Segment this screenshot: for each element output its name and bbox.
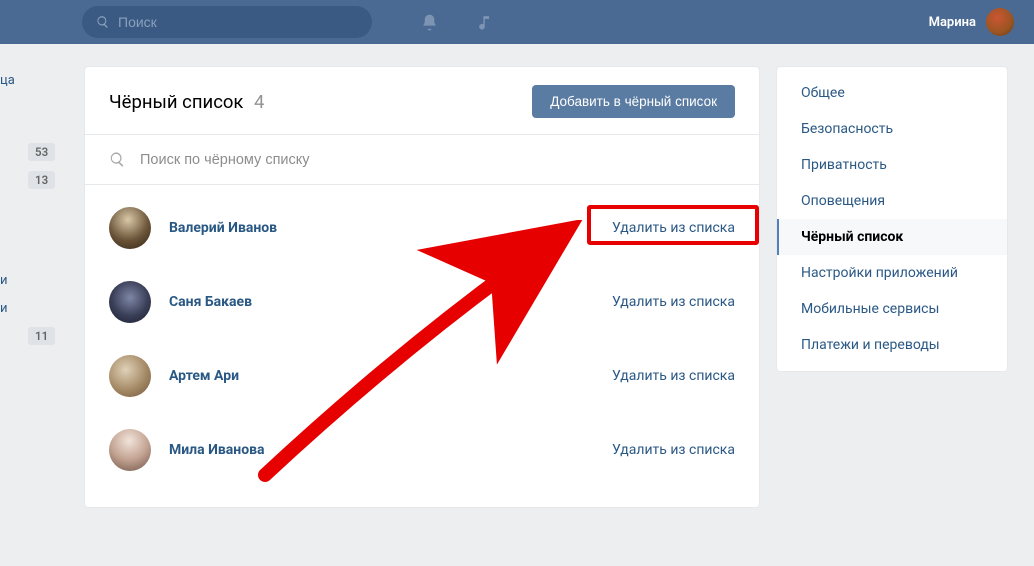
user-link[interactable]: Артем Ари: [169, 368, 239, 384]
page-title: Чёрный список 4: [109, 91, 264, 113]
global-search-input[interactable]: [118, 14, 358, 30]
blacklist-search-input[interactable]: [140, 152, 735, 168]
avatar[interactable]: [109, 281, 151, 323]
topbar-user[interactable]: Марина: [929, 8, 1014, 36]
nav-item[interactable]: ца: [0, 66, 60, 94]
nav-badge: 11: [0, 322, 60, 350]
global-search[interactable]: [82, 6, 372, 38]
settings-nav: Общее Безопасность Приватность Оповещени…: [776, 66, 1008, 372]
avatar[interactable]: [109, 429, 151, 471]
blacklist-panel: Чёрный список 4 Добавить в чёрный список…: [84, 66, 760, 508]
remove-from-list-link[interactable]: Удалить из списка: [612, 294, 735, 310]
sidebar-item-apps[interactable]: Настройки приложений: [777, 255, 1007, 291]
nav-item[interactable]: и: [0, 294, 60, 322]
user-link[interactable]: Валерий Иванов: [169, 220, 277, 236]
sidebar-item-payments[interactable]: Платежи и переводы: [777, 327, 1007, 363]
list-item: Мила Иванова Удалить из списка: [85, 413, 759, 487]
sidebar-item-general[interactable]: Общее: [777, 75, 1007, 111]
remove-from-list-link[interactable]: Удалить из списка: [612, 368, 735, 384]
search-icon: [109, 151, 126, 168]
username: Марина: [929, 15, 976, 30]
sidebar-item-mobile[interactable]: Мобильные сервисы: [777, 291, 1007, 327]
sidebar-item-notifications[interactable]: Оповещения: [777, 183, 1007, 219]
sidebar-item-security[interactable]: Безопасность: [777, 111, 1007, 147]
music-icon[interactable]: [477, 14, 494, 31]
list-item: Валерий Иванов Удалить из списка: [85, 191, 759, 265]
add-to-blacklist-button[interactable]: Добавить в чёрный список: [532, 85, 735, 118]
avatar: [986, 8, 1014, 36]
topbar-icons: [420, 13, 494, 32]
avatar[interactable]: [109, 207, 151, 249]
blacklist-search[interactable]: [85, 134, 759, 185]
bell-icon[interactable]: [420, 13, 439, 32]
user-link[interactable]: Мила Иванова: [169, 442, 265, 458]
blacklist-count: 4: [254, 91, 264, 113]
nav-badge: 13: [0, 166, 60, 194]
avatar[interactable]: [109, 355, 151, 397]
search-icon: [96, 15, 110, 29]
list-item: Артем Ари Удалить из списка: [85, 339, 759, 413]
nav-badge: 53: [0, 138, 60, 166]
sidebar-item-blacklist[interactable]: Чёрный список: [777, 219, 1007, 255]
topbar: Марина: [0, 0, 1034, 44]
remove-from-list-link[interactable]: Удалить из списка: [612, 442, 735, 458]
list-item: Саня Бакаев Удалить из списка: [85, 265, 759, 339]
left-nav-fragment: ца 53 13 и и 11: [0, 66, 60, 508]
nav-item[interactable]: и: [0, 266, 60, 294]
remove-from-list-link[interactable]: Удалить из списка: [612, 220, 735, 236]
blacklist-rows: Валерий Иванов Удалить из списка Саня Ба…: [85, 185, 759, 507]
user-link[interactable]: Саня Бакаев: [169, 294, 252, 310]
sidebar-item-privacy[interactable]: Приватность: [777, 147, 1007, 183]
